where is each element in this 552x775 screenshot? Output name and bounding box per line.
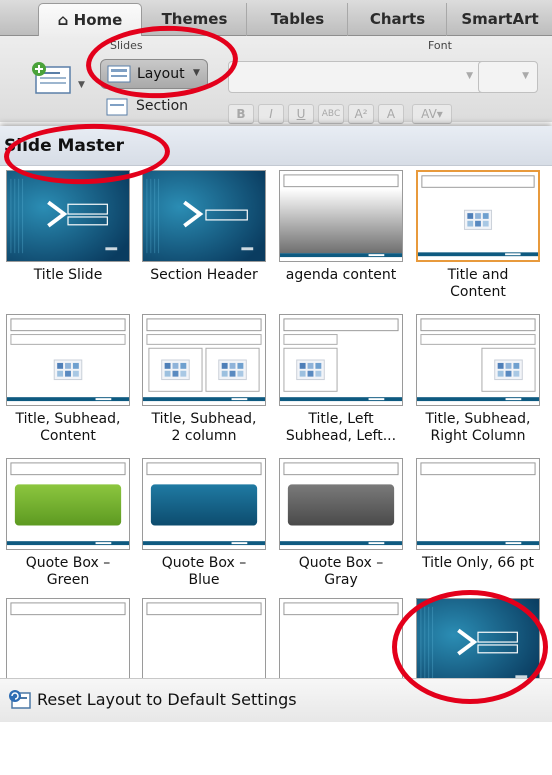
layout-thumbnail-art xyxy=(143,171,265,261)
layout-label: agenda content xyxy=(285,267,397,283)
layout-thumbnail-art xyxy=(143,602,265,686)
layout-thumbnail-art xyxy=(417,462,539,546)
layout-label: Title Only, 66 pt xyxy=(421,555,535,571)
layout-thumbnail-art xyxy=(143,462,265,546)
layout-thumbnail[interactable] xyxy=(416,458,540,550)
layout-label: Section Header xyxy=(150,267,258,283)
underline-button[interactable]: U xyxy=(288,104,314,124)
layout-thumbnail-art xyxy=(143,318,265,402)
bold-button[interactable]: B xyxy=(228,104,254,124)
font-name-dropdown-arrow[interactable]: ▼ xyxy=(466,71,473,81)
layout-thumbnail-art xyxy=(280,318,402,402)
layout-option[interactable]: Quote Box – Green xyxy=(0,458,136,598)
layout-thumbnail[interactable] xyxy=(142,598,266,690)
layout-option[interactable]: Title, Subhead, Right Column xyxy=(410,314,546,454)
layout-thumbnail[interactable] xyxy=(142,314,266,406)
layout-option[interactable]: Title Only, 66 pt xyxy=(410,458,546,598)
tab-smartart[interactable]: SmartArt xyxy=(448,3,552,36)
italic-button[interactable]: I xyxy=(258,104,284,124)
layout-option[interactable]: Title, Left Subhead, Left... xyxy=(273,314,409,454)
layout-thumbnail[interactable] xyxy=(6,314,130,406)
section-button[interactable]: Section xyxy=(104,96,204,120)
reset-layout-icon xyxy=(9,690,31,709)
slide-master-header: Slide Master xyxy=(0,126,552,166)
layout-thumbnail[interactable] xyxy=(6,170,130,262)
new-slide-icon xyxy=(32,62,71,94)
font-size-combobox[interactable]: ▼ xyxy=(478,61,538,93)
section-icon xyxy=(106,98,128,116)
layout-option[interactable]: Title Slide xyxy=(0,170,136,310)
layout-label: Title and Content xyxy=(447,267,509,300)
strikethrough-button[interactable]: ABC xyxy=(318,104,344,124)
reset-layout-menu-item[interactable]: Reset Layout to Default Settings xyxy=(0,678,552,722)
layout-thumbnail[interactable] xyxy=(279,458,403,550)
layout-option[interactable]: Quote Box – Blue xyxy=(136,458,272,598)
reset-layout-label: Reset Layout to Default Settings xyxy=(37,690,297,709)
layout-thumbnail[interactable] xyxy=(6,458,130,550)
superscript-button[interactable]: A² xyxy=(348,104,374,124)
layout-option[interactable]: Title, Subhead, 2 column xyxy=(136,314,272,454)
layout-icon xyxy=(107,65,131,83)
font-name-combobox[interactable]: ▼ xyxy=(228,61,486,93)
ribbon: Slides Font ▼ Layout ▼ Section ▼ ▼ B I U… xyxy=(0,36,552,124)
layout-option[interactable]: agenda content xyxy=(273,170,409,310)
layout-thumbnail[interactable] xyxy=(416,598,540,690)
character-spacing-button[interactable]: AV▾ xyxy=(412,104,452,124)
layout-thumbnail[interactable] xyxy=(279,314,403,406)
font-group-label: Font xyxy=(428,39,452,52)
subscript-button[interactable]: A xyxy=(378,104,404,124)
layout-thumbnail-art xyxy=(417,318,539,402)
layout-thumbnail[interactable] xyxy=(279,170,403,262)
layout-thumbnail-art xyxy=(7,602,129,686)
layout-thumbnail-art xyxy=(7,462,129,546)
layout-option[interactable]: Title and Content xyxy=(410,170,546,310)
layout-label: Title, Subhead, 2 column xyxy=(151,411,257,444)
tab-themes[interactable]: Themes xyxy=(143,3,247,36)
tab-home[interactable]: ⌂ Home xyxy=(38,3,142,36)
layout-button[interactable]: Layout ▼ xyxy=(100,59,208,89)
layout-gallery-popup: Slide Master Title Slide Section Header ag… xyxy=(0,126,552,775)
layout-option[interactable]: Title, Subhead, Content xyxy=(0,314,136,454)
layout-thumbnail-art xyxy=(280,602,402,686)
layout-label: Quote Box – Green xyxy=(25,555,111,588)
layout-label: Quote Box – Blue xyxy=(161,555,247,588)
layout-thumbnail-art xyxy=(418,175,538,257)
layout-thumbnail[interactable] xyxy=(416,314,540,406)
layout-thumbnail-art xyxy=(280,462,402,546)
layout-thumbnail[interactable] xyxy=(6,598,130,690)
layout-button-label: Layout xyxy=(137,66,185,82)
layout-option[interactable]: Section Header xyxy=(136,170,272,310)
layout-label: Title, Subhead, Content xyxy=(15,411,121,444)
ribbon-tab-bar: ⌂ Home Themes Tables Charts SmartArt xyxy=(0,0,552,36)
layout-thumbnail[interactable] xyxy=(416,170,540,262)
layout-thumbnail-art xyxy=(7,318,129,402)
tab-tables[interactable]: Tables xyxy=(248,3,348,36)
font-size-dropdown-arrow[interactable]: ▼ xyxy=(522,71,529,81)
tab-charts[interactable]: Charts xyxy=(349,3,447,36)
new-slide-dropdown-arrow[interactable]: ▼ xyxy=(78,80,85,90)
slides-group-label: Slides xyxy=(110,39,143,52)
layout-label: Title Slide xyxy=(33,267,103,283)
layout-thumbnail-art xyxy=(417,599,539,689)
layout-dropdown-arrow: ▼ xyxy=(193,68,200,78)
layout-thumbnail[interactable] xyxy=(142,170,266,262)
slide-master-title: Slide Master xyxy=(4,136,125,156)
layout-label: Title, Left Subhead, Left... xyxy=(285,411,397,444)
layout-thumbnail-art xyxy=(7,171,129,261)
section-button-label: Section xyxy=(136,98,189,114)
layout-thumbnail-art xyxy=(280,174,402,258)
layout-option[interactable]: Quote Box – Gray xyxy=(273,458,409,598)
layout-label: Quote Box – Gray xyxy=(298,555,384,588)
new-slide-button[interactable] xyxy=(30,61,74,95)
layout-thumbnail[interactable] xyxy=(142,458,266,550)
layout-thumbnail[interactable] xyxy=(279,598,403,690)
home-icon: ⌂ xyxy=(57,11,74,29)
layout-label: Title, Subhead, Right Column xyxy=(425,411,531,444)
